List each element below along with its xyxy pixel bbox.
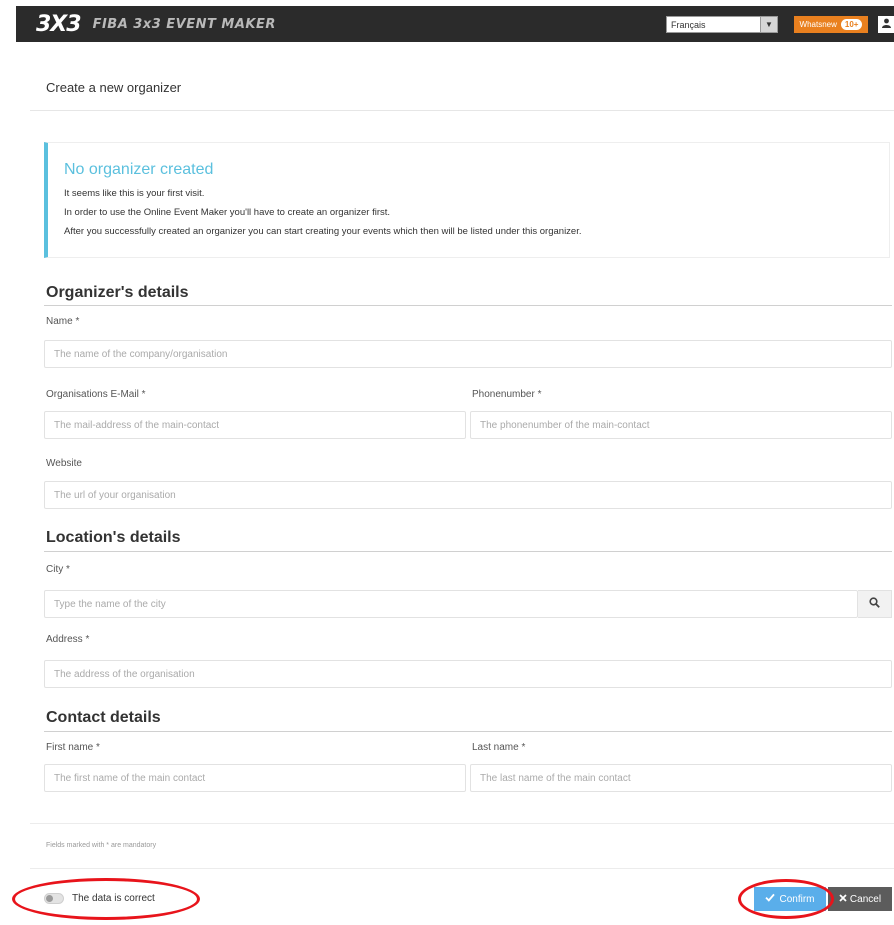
annotation-ellipse-confirm [738, 879, 834, 919]
address-input[interactable] [44, 660, 892, 688]
chevron-down-icon: ▼ [760, 17, 777, 32]
whats-new-button[interactable]: Whatsnew 10+ [794, 16, 868, 33]
phone-input[interactable] [470, 411, 892, 439]
last-name-label: Last name * [472, 742, 526, 753]
callout-title: No organizer created [64, 161, 214, 178]
top-navbar: 3X3 FIBA 3x3 EVENT MAKER Français ▼ What… [16, 6, 894, 42]
city-label: City * [46, 564, 70, 575]
website-input[interactable] [44, 481, 892, 509]
fiba-3x3-logo[interactable]: 3X3 FIBA 3x3 EVENT MAKER [36, 11, 276, 37]
divider [30, 823, 894, 824]
panel-heading: Create a new organizer [30, 66, 894, 111]
phone-label: Phonenumber * [472, 389, 542, 400]
app-title: FIBA 3x3 EVENT MAKER [92, 16, 276, 32]
first-name-input[interactable] [44, 764, 466, 792]
cancel-button[interactable]: Cancel [828, 887, 892, 911]
user-menu-button[interactable]: V [878, 16, 894, 33]
email-label: Organisations E-Mail * [46, 389, 146, 400]
mandatory-fields-note: Fields marked with * are mandatory [46, 842, 157, 849]
cancel-label: Cancel [849, 893, 882, 905]
section-divider [44, 305, 892, 306]
section-title-organizer: Organizer's details [46, 284, 189, 301]
last-name-input[interactable] [470, 764, 892, 792]
annotation-ellipse-toggle [12, 878, 200, 920]
close-icon [839, 893, 847, 905]
language-select[interactable]: Français ▼ [666, 16, 778, 33]
name-input[interactable] [44, 340, 892, 368]
section-title-location: Location's details [46, 529, 181, 546]
logo-mark: 3X3 [36, 11, 82, 37]
user-icon [882, 18, 891, 31]
language-value: Français [671, 19, 706, 30]
first-name-label: First name * [46, 742, 100, 753]
section-divider [44, 731, 892, 732]
city-search-button[interactable] [858, 590, 892, 618]
name-label: Name * [46, 316, 80, 327]
page-title: Create a new organizer [46, 80, 182, 95]
city-input[interactable] [44, 590, 858, 618]
address-label: Address * [46, 634, 90, 645]
callout-line: After you successfully created an organi… [64, 226, 582, 237]
notification-count-badge: 10+ [840, 19, 863, 30]
info-callout: No organizer created It seems like this … [44, 142, 890, 258]
divider [30, 868, 894, 869]
search-icon [869, 595, 880, 613]
section-title-contact: Contact details [46, 709, 161, 726]
callout-line: It seems like this is your first visit. [64, 188, 205, 199]
whats-new-label: Whatsnew [799, 20, 837, 29]
email-input[interactable] [44, 411, 466, 439]
callout-line: In order to use the Online Event Maker y… [64, 207, 391, 218]
website-label: Website [46, 458, 82, 469]
section-divider [44, 551, 892, 552]
